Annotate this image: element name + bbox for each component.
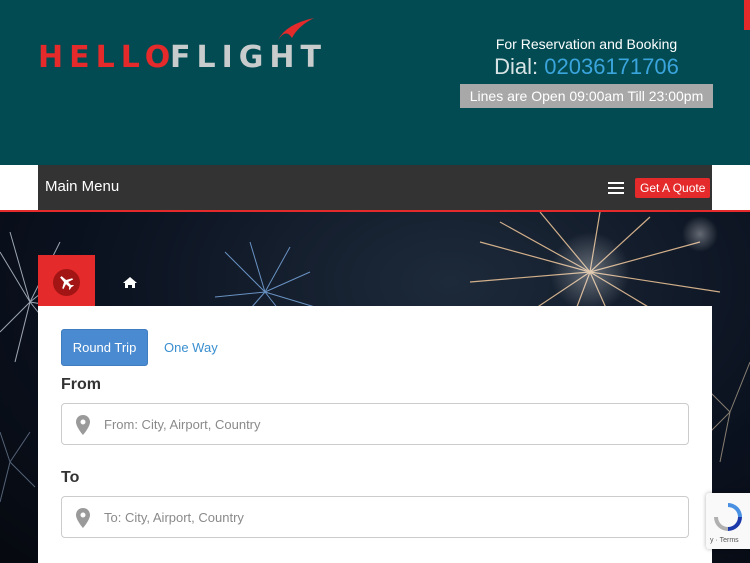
hamburger-menu-icon[interactable]	[608, 182, 624, 194]
map-pin-icon	[76, 415, 90, 435]
round-trip-button[interactable]: Round Trip	[61, 329, 148, 366]
phone-number-link[interactable]: 02036171706	[544, 54, 679, 79]
to-field[interactable]	[61, 496, 689, 538]
to-input[interactable]	[104, 505, 664, 529]
reservation-text: For Reservation and Booking	[495, 36, 678, 52]
main-menu-label[interactable]: Main Menu	[45, 178, 119, 195]
tab-flights[interactable]	[38, 255, 95, 306]
from-field[interactable]	[61, 403, 689, 445]
recaptcha-terms[interactable]: y · Terms	[710, 537, 739, 544]
one-way-link[interactable]: One Way	[164, 340, 218, 355]
airplane-icon	[53, 269, 80, 296]
opening-hours: Lines are Open 09:00am Till 23:00pm	[460, 84, 713, 108]
tab-home[interactable]	[110, 268, 150, 298]
logo-word-hello: HELLO	[38, 40, 177, 75]
home-icon	[123, 277, 137, 288]
dial-label: Dial:	[494, 54, 539, 79]
main-navbar: Main Menu Get A Quote	[38, 165, 712, 210]
header-red-accent	[744, 0, 750, 30]
dial-line: Dial: 02036171706	[460, 54, 713, 80]
hello-flight-logo[interactable]: HELLO FLIGHT	[38, 18, 328, 78]
logo-swoosh-icon	[278, 18, 314, 40]
flight-search-panel: Round Trip One Way From To	[38, 306, 712, 563]
recaptcha-icon	[714, 503, 742, 531]
from-input[interactable]	[104, 412, 664, 436]
to-label: To	[61, 469, 80, 486]
site-header: HELLO FLIGHT For Reservation and Booking…	[0, 0, 750, 165]
get-a-quote-button[interactable]: Get A Quote	[635, 178, 711, 198]
from-label: From	[61, 376, 101, 393]
logo-word-flight: FLIGHT	[170, 40, 327, 75]
recaptcha-badge[interactable]: y · Terms	[706, 493, 750, 549]
map-pin-icon	[76, 508, 90, 528]
contact-block: For Reservation and Booking Dial: 020361…	[460, 36, 713, 108]
